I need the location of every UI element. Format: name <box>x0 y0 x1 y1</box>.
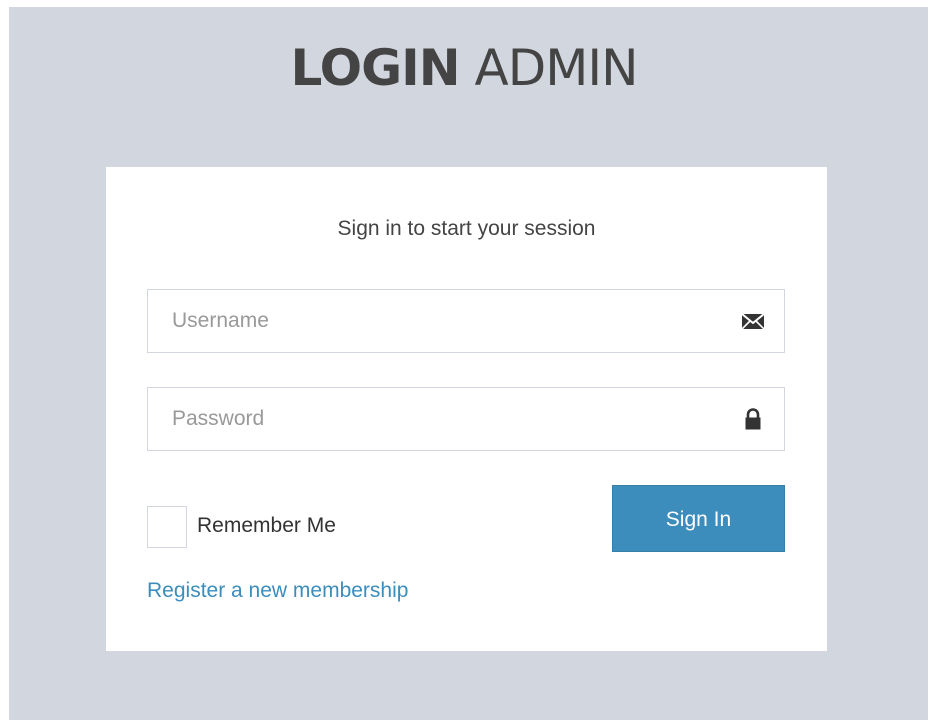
username-field <box>147 289 785 353</box>
lock-icon <box>740 407 766 431</box>
sign-in-button[interactable]: Sign In <box>612 485 785 552</box>
password-field <box>147 387 785 451</box>
register-link[interactable]: Register a new membership <box>147 579 408 603</box>
remember-me-label[interactable]: Remember Me <box>197 514 336 538</box>
remember-me-checkbox[interactable] <box>147 506 187 548</box>
username-input[interactable] <box>148 290 732 352</box>
login-logo: LOGIN ADMIN <box>0 38 928 98</box>
login-box: Sign in to start your session Remember M… <box>106 167 827 651</box>
logo-light-text: ADMIN <box>474 39 638 97</box>
password-input[interactable] <box>148 388 732 450</box>
envelope-icon <box>740 309 766 333</box>
login-box-message: Sign in to start your session <box>337 217 596 240</box>
logo-bold-text: LOGIN <box>290 39 461 97</box>
